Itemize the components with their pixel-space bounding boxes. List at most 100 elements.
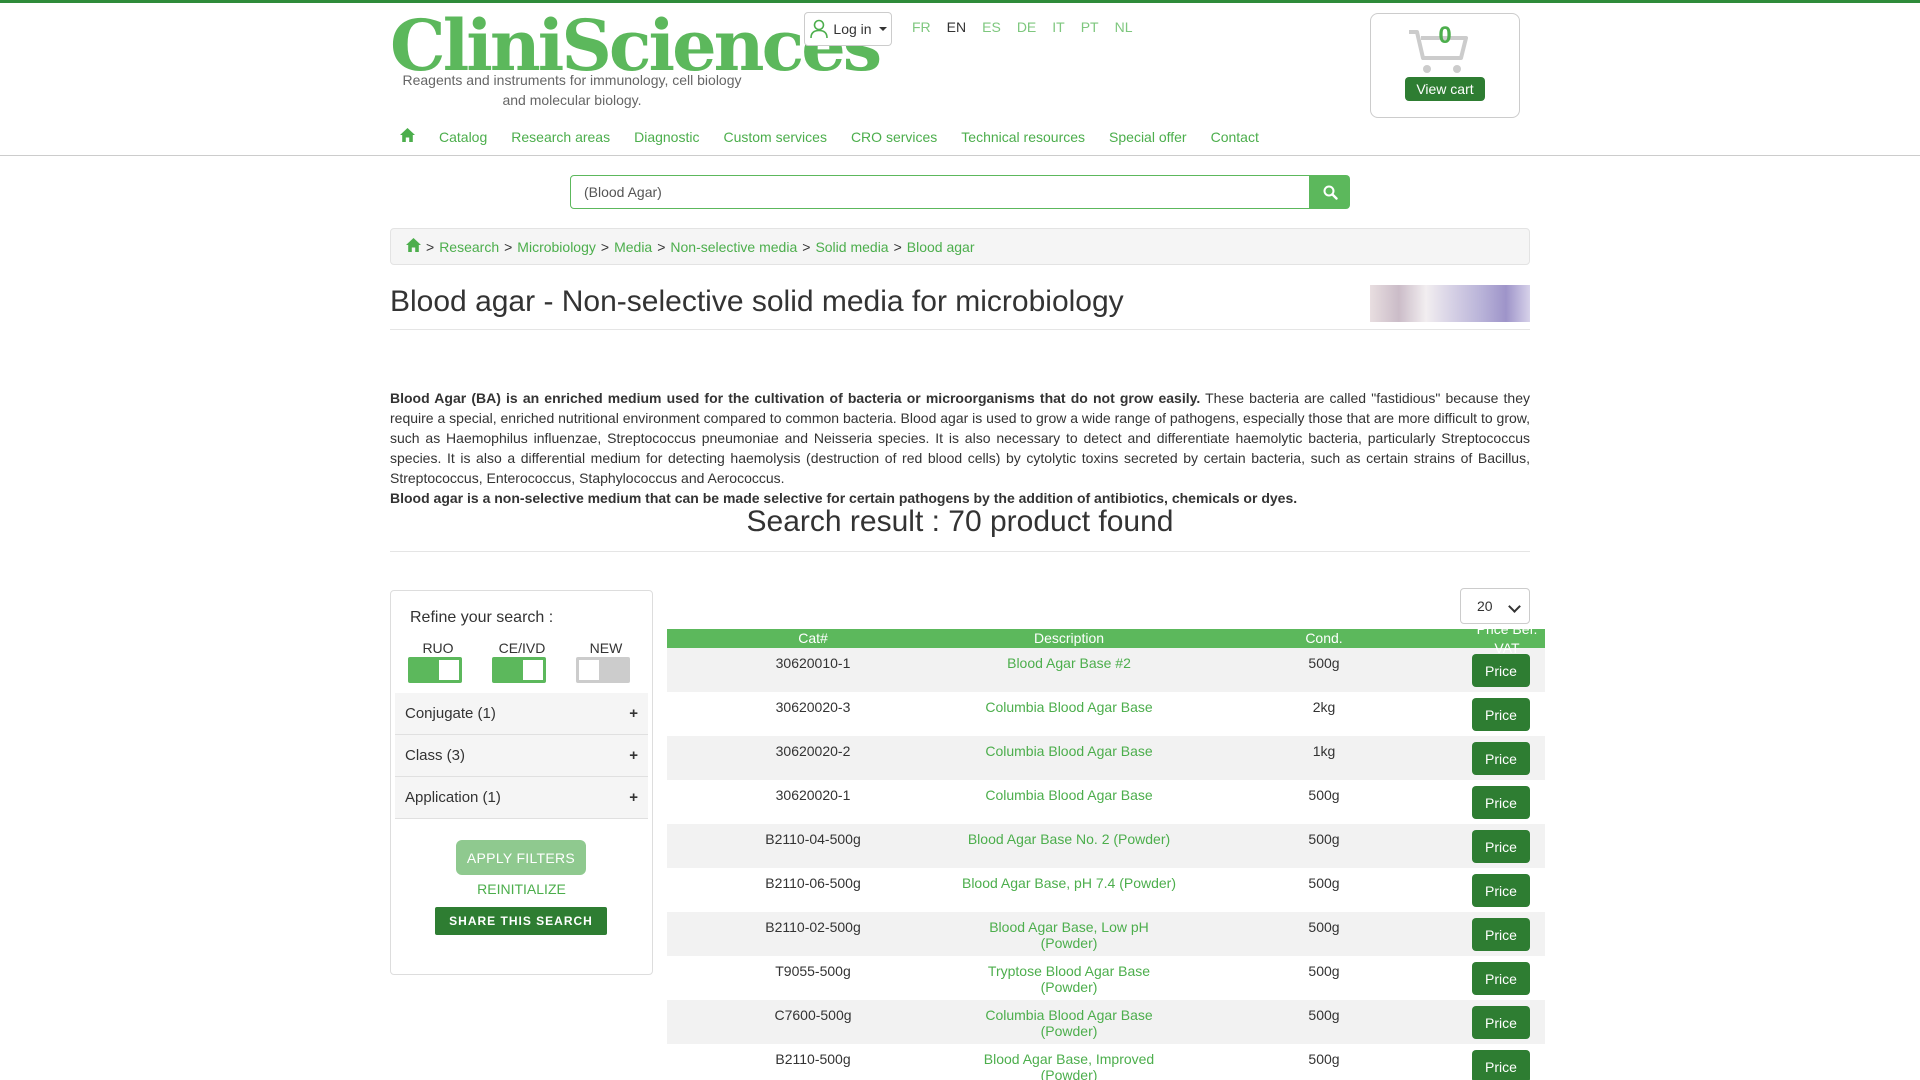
breadcrumb-separator: >	[600, 238, 610, 255]
toggle-label-ce-ivd: CE/IVD	[498, 640, 546, 656]
product-link[interactable]: Columbia Blood Agar Base	[959, 780, 1179, 824]
price-cell: Price	[1469, 956, 1545, 1000]
price-button[interactable]: Price	[1472, 874, 1530, 907]
price-button[interactable]: Price	[1472, 654, 1530, 687]
price-button[interactable]: Price	[1472, 786, 1530, 819]
share-search-button[interactable]: SHARE THIS SEARCH	[435, 907, 607, 935]
breadcrumb-separator: >	[504, 238, 513, 255]
price-button[interactable]: Price	[1472, 962, 1530, 995]
breadcrumb-separator: >	[802, 238, 811, 255]
price-button[interactable]: Price	[1472, 830, 1530, 863]
product-link[interactable]: Blood Agar Base #2	[959, 648, 1179, 692]
cat-number: 30620020-1	[775, 787, 851, 803]
search-button[interactable]	[1310, 175, 1350, 209]
breadcrumb-non-selective-media[interactable]: Non-selective media	[670, 239, 797, 255]
product-link[interactable]: Blood Agar Base, pH 7.4 (Powder)	[959, 868, 1179, 912]
cat-number: T9055-500g	[775, 963, 851, 979]
filter-title: Refine your search :	[410, 609, 554, 626]
expand-plus-icon: +	[629, 789, 638, 806]
lang-it[interactable]: IT	[1052, 19, 1064, 35]
product-link[interactable]: Blood Agar Base, Low pH (Powder)	[959, 912, 1179, 956]
home-icon[interactable]	[406, 238, 421, 255]
breadcrumb-separator: >	[657, 238, 666, 255]
price-cell: Price	[1469, 736, 1545, 780]
facet-label: Class (3)	[405, 747, 466, 764]
product-link[interactable]: Columbia Blood Agar Base (Powder)	[959, 1000, 1179, 1044]
site-tagline: Reagents and instruments for immunology,…	[402, 72, 742, 108]
conditioning: 500g	[1308, 655, 1340, 671]
nav-divider	[0, 155, 1920, 156]
search-icon	[1323, 185, 1338, 200]
lang-nl[interactable]: NL	[1115, 19, 1133, 35]
nav-technical-resources[interactable]: Technical resources	[949, 129, 1097, 145]
price-button[interactable]: Price	[1472, 918, 1530, 951]
facet-application[interactable]: Application (1) +	[395, 777, 648, 819]
table-row: B2110-02-500g Blood Agar Base, Low pH (P…	[667, 912, 1545, 956]
reinitialize-link[interactable]: REINITIALIZE	[391, 881, 652, 897]
toggle-ruo[interactable]	[408, 657, 462, 683]
facet-class[interactable]: Class (3) +	[395, 735, 648, 777]
conditioning: 500g	[1308, 1051, 1340, 1067]
price-cell: Price	[1469, 912, 1545, 956]
product-link[interactable]: Blood Agar Base No. 2 (Powder)	[959, 824, 1179, 868]
nav-cro-services[interactable]: CRO services	[839, 129, 949, 145]
cat-number: 30620020-3	[775, 699, 851, 715]
column-header-description: Description	[1033, 630, 1105, 646]
nav-special-offer[interactable]: Special offer	[1097, 129, 1199, 145]
breadcrumb-solid-media[interactable]: Solid media	[815, 239, 888, 255]
toggle-new[interactable]	[576, 657, 630, 683]
lang-fr[interactable]: FR	[912, 19, 931, 35]
toggle-ce-ivd[interactable]	[492, 657, 546, 683]
nav-research-areas[interactable]: Research areas	[499, 129, 622, 145]
cat-number: B2110-04-500g	[765, 831, 861, 847]
per-page-value: 20	[1477, 598, 1493, 614]
price-button[interactable]: Price	[1472, 698, 1530, 731]
lang-pt[interactable]: PT	[1081, 19, 1099, 35]
breadcrumb-research[interactable]: Research	[439, 239, 499, 255]
breadcrumb: > Research > Microbiology > Media > Non-…	[390, 228, 1530, 265]
price-cell: Price	[1469, 648, 1545, 692]
product-link[interactable]: Columbia Blood Agar Base	[959, 692, 1179, 736]
conditioning: 1kg	[1312, 743, 1336, 759]
nav-contact[interactable]: Contact	[1199, 129, 1271, 145]
search-input[interactable]	[570, 175, 1310, 209]
table-row: B2110-04-500g Blood Agar Base No. 2 (Pow…	[667, 824, 1545, 868]
price-button[interactable]: Price	[1472, 742, 1530, 775]
results-table: Cat# Description Cond. Price Bef. VAT 30…	[667, 621, 1545, 1080]
price-cell: Price	[1469, 1044, 1545, 1080]
conditioning: 500g	[1308, 963, 1340, 979]
nav-custom-services[interactable]: Custom services	[711, 129, 838, 145]
price-button[interactable]: Price	[1472, 1050, 1530, 1080]
search-result-count: Search result : 70 product found	[746, 505, 1174, 538]
table-row: 30620010-1 Blood Agar Base #2 500g Price	[667, 648, 1545, 692]
table-row: 30620020-1 Columbia Blood Agar Base 500g…	[667, 780, 1545, 824]
breadcrumb-blood-agar[interactable]: Blood agar	[907, 239, 975, 255]
breadcrumb-media[interactable]: Media	[614, 239, 652, 255]
breadcrumb-separator: >	[893, 238, 902, 255]
product-link[interactable]: Tryptose Blood Agar Base (Powder)	[959, 956, 1179, 1000]
facet-conjugate[interactable]: Conjugate (1) +	[395, 693, 648, 735]
home-icon[interactable]	[390, 128, 427, 145]
lang-es[interactable]: ES	[982, 19, 1001, 35]
lang-en[interactable]: EN	[947, 19, 966, 35]
nav-catalog[interactable]: Catalog	[427, 129, 499, 145]
toggle-knob	[579, 660, 599, 680]
column-header-cond: Cond.	[1305, 630, 1343, 646]
view-cart-button[interactable]: View cart	[1405, 77, 1485, 101]
top-accent-bar	[0, 0, 1920, 3]
product-link[interactable]: Columbia Blood Agar Base	[959, 736, 1179, 780]
breadcrumb-microbiology[interactable]: Microbiology	[517, 239, 596, 255]
lang-de[interactable]: DE	[1017, 19, 1036, 35]
toggle-knob	[439, 660, 459, 680]
price-cell: Price	[1469, 824, 1545, 868]
category-description: Blood Agar (BA) is an enriched medium us…	[390, 388, 1530, 508]
nav-diagnostic[interactable]: Diagnostic	[622, 129, 711, 145]
login-dropdown[interactable]: Log in	[804, 12, 892, 46]
cat-number: B2110-02-500g	[765, 919, 861, 935]
result-divider	[390, 551, 1530, 552]
product-link[interactable]: Blood Agar Base, Improved (Powder)	[959, 1044, 1179, 1080]
toggle-label-ruo: RUO	[422, 640, 454, 656]
apply-filters-button[interactable]: APPLY FILTERS	[456, 840, 586, 875]
cat-number: B2110-06-500g	[765, 875, 861, 891]
price-button[interactable]: Price	[1472, 1006, 1530, 1039]
